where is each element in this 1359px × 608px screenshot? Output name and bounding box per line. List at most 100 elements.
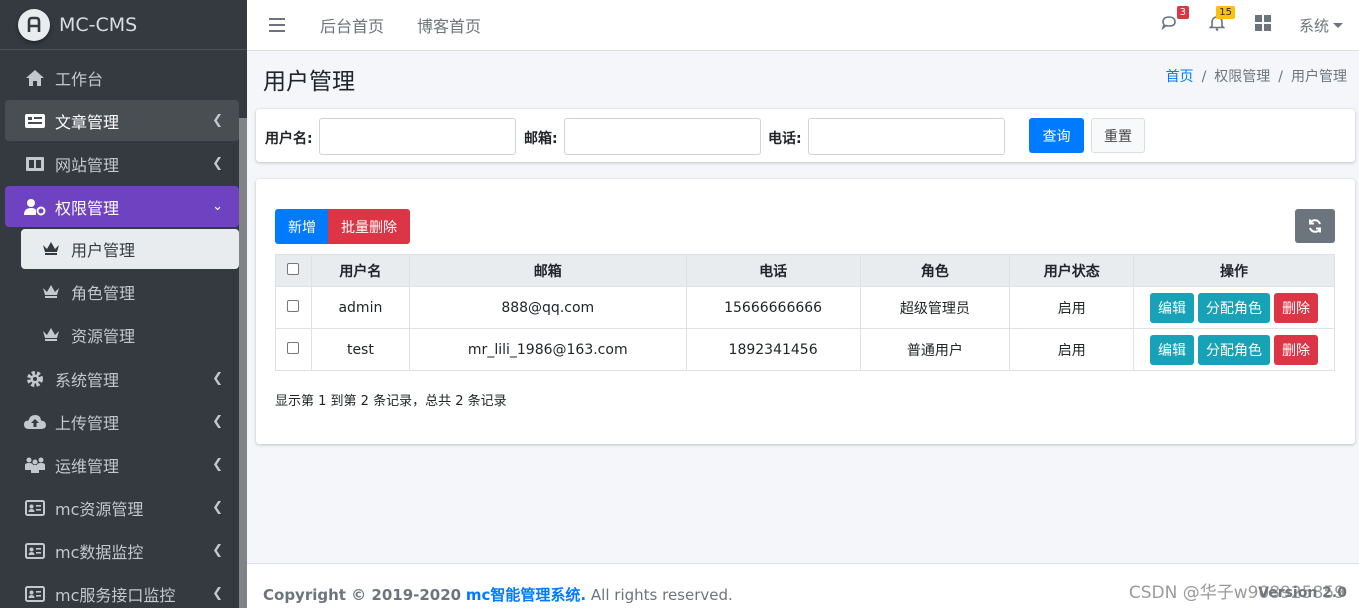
- row-checkbox[interactable]: [287, 299, 300, 312]
- select-all-checkbox[interactable]: [287, 262, 300, 275]
- system-name-link[interactable]: mc智能管理系统.: [466, 586, 586, 604]
- column-header-status[interactable]: 用户状态: [1009, 254, 1135, 287]
- user-cog-icon: [24, 198, 46, 216]
- columns-icon: [24, 155, 46, 173]
- assign-role-button[interactable]: 分配角色: [1198, 334, 1271, 365]
- cell-username: admin: [310, 286, 410, 329]
- notifications-badge: 15: [1216, 6, 1235, 19]
- sidebar-item-dashboard[interactable]: 工作台: [5, 57, 239, 98]
- sidebar-menu: 工作台 文章管理 ❮ 网站管理 ❮ 权限管理 ⌄ 用户管理 角色管理 资源管理: [5, 57, 239, 608]
- sidebar-subitem-label: 角色管理: [71, 284, 136, 303]
- column-header-actions: 操作: [1133, 254, 1335, 287]
- chevron-left-icon: ❮: [212, 113, 223, 128]
- breadcrumb-current: 用户管理: [1291, 69, 1347, 85]
- sidebar-scrollbar[interactable]: [239, 118, 247, 608]
- hamburger-menu-icon[interactable]: [269, 18, 285, 32]
- column-header-username[interactable]: 用户名: [310, 254, 410, 287]
- table-row: test mr_lili_1986@163.com 1892341456 普通用…: [275, 328, 1335, 371]
- sidebar-subitem-resources[interactable]: 资源管理: [21, 315, 239, 355]
- batch-delete-button[interactable]: 批量删除: [328, 209, 410, 244]
- breadcrumb: 首页 / 权限管理 / 用户管理: [1166, 66, 1347, 86]
- cloud-upload-icon: [24, 413, 46, 431]
- chevron-left-icon: ❮: [212, 586, 223, 601]
- crown-icon: [41, 283, 61, 302]
- system-dropdown-label: 系统: [1298, 16, 1329, 35]
- sidebar-subitem-label: 用户管理: [71, 241, 136, 260]
- table-header-row: 用户名 邮箱 电话 角色 用户状态 操作: [275, 254, 1335, 287]
- sidebar-item-mc-api-monitor[interactable]: mc服务接口监控 ❮: [5, 573, 239, 608]
- sidebar-subitem-roles[interactable]: 角色管理: [21, 272, 239, 312]
- sidebar-item-label: 文章管理: [55, 112, 120, 132]
- column-header-role[interactable]: 角色: [859, 254, 1011, 287]
- sidebar-item-mc-monitor[interactable]: mc数据监控 ❮: [5, 530, 239, 571]
- sidebar-item-mc-resources[interactable]: mc资源管理 ❮: [5, 487, 239, 528]
- sidebar-item-label: 权限管理: [55, 198, 120, 218]
- query-button[interactable]: 查询: [1029, 118, 1084, 153]
- row-actions: 编辑 分配角色 删除: [1134, 292, 1334, 323]
- cell-actions: 编辑 分配角色 删除: [1133, 328, 1335, 371]
- people-icon: [24, 456, 46, 474]
- chevron-left-icon: ❮: [212, 500, 223, 515]
- id-card-icon: [24, 585, 46, 603]
- username-input[interactable]: [319, 118, 516, 155]
- sidebar-item-label: 网站管理: [55, 155, 120, 175]
- sidebar-item-label: mc数据监控: [55, 542, 144, 562]
- cell-username: test: [310, 328, 410, 371]
- brand-name: MC-CMS: [59, 13, 138, 36]
- delete-button[interactable]: 删除: [1274, 334, 1319, 365]
- cell-email: 888@qq.com: [408, 286, 687, 329]
- home-icon: [24, 69, 46, 87]
- caret-down-icon: [1333, 22, 1343, 28]
- cell-actions: 编辑 分配角色 删除: [1133, 286, 1335, 329]
- chevron-left-icon: ❮: [212, 457, 223, 472]
- username-label: 用户名:: [265, 131, 313, 147]
- cell-phone: 15666666666: [685, 286, 861, 329]
- sidebar-item-system[interactable]: 系统管理 ❮: [5, 358, 239, 399]
- row-select-cell: [275, 328, 312, 371]
- brand[interactable]: MC-CMS: [0, 0, 247, 50]
- phone-input[interactable]: [808, 118, 1005, 155]
- column-header-phone[interactable]: 电话: [685, 254, 861, 287]
- reset-button[interactable]: 重置: [1091, 118, 1145, 153]
- row-actions: 编辑 分配角色 删除: [1134, 334, 1334, 365]
- edit-button[interactable]: 编辑: [1150, 334, 1195, 365]
- edit-button[interactable]: 编辑: [1150, 292, 1195, 323]
- messages-badge: 3: [1176, 6, 1189, 19]
- crown-icon: [41, 240, 61, 259]
- breadcrumb-separator: /: [1278, 69, 1283, 85]
- brand-logo: [18, 8, 50, 41]
- page-title: 用户管理: [263, 69, 355, 95]
- gear-icon: [24, 370, 46, 388]
- id-card-icon: [24, 542, 46, 560]
- system-dropdown[interactable]: 系统: [1299, 15, 1343, 36]
- sidebar-item-articles[interactable]: 文章管理 ❮: [5, 100, 239, 141]
- cell-role: 普通用户: [859, 328, 1011, 371]
- sidebar-item-upload[interactable]: 上传管理 ❮: [5, 401, 239, 442]
- notifications-button[interactable]: 15: [1208, 6, 1235, 35]
- row-checkbox[interactable]: [287, 341, 300, 354]
- nav-link-admin-home[interactable]: 后台首页: [320, 13, 384, 37]
- sidebar-item-ops[interactable]: 运维管理 ❮: [5, 444, 239, 485]
- sidebar-subitem-users[interactable]: 用户管理: [21, 229, 239, 269]
- nav-link-blog-home[interactable]: 博客首页: [417, 13, 481, 37]
- add-user-button[interactable]: 新增: [275, 209, 329, 244]
- email-input[interactable]: [564, 118, 761, 155]
- crown-icon: [41, 326, 61, 345]
- top-navbar: 后台首页 博客首页 3 15 系统: [247, 0, 1359, 51]
- apps-button[interactable]: [1254, 15, 1271, 35]
- chevron-down-icon: ⌄: [212, 199, 223, 214]
- grid-icon: [1254, 15, 1271, 31]
- watermark: CSDN @华子w908925859: [1128, 583, 1345, 603]
- sidebar-item-permissions[interactable]: 权限管理 ⌄: [5, 186, 239, 227]
- user-table: 用户名 邮箱 电话 角色 用户状态 操作 admin 888@qq.com 15…: [275, 254, 1335, 371]
- messages-button[interactable]: 3: [1161, 6, 1189, 35]
- refresh-button[interactable]: [1295, 209, 1335, 243]
- delete-button[interactable]: 删除: [1274, 292, 1319, 323]
- sidebar-item-label: mc服务接口监控: [55, 585, 176, 605]
- assign-role-button[interactable]: 分配角色: [1198, 292, 1271, 323]
- sidebar-item-websites[interactable]: 网站管理 ❮: [5, 143, 239, 184]
- breadcrumb-home[interactable]: 首页: [1166, 69, 1194, 85]
- column-header-email[interactable]: 邮箱: [408, 254, 687, 287]
- chevron-left-icon: ❮: [212, 156, 223, 171]
- sidebar-item-label: 系统管理: [55, 370, 120, 390]
